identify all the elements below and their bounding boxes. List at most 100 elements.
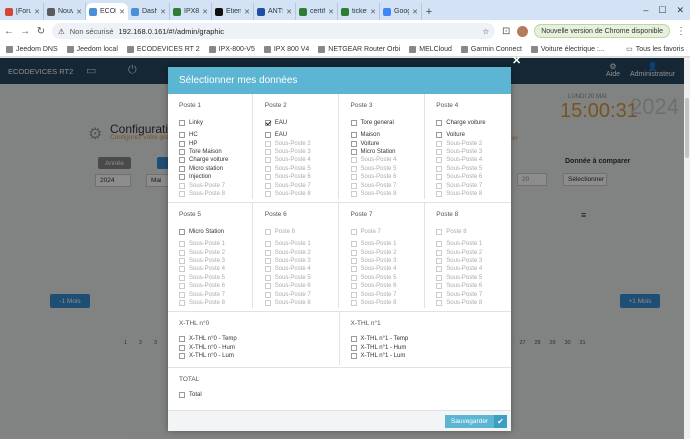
- poste-main-checkbox[interactable]: [264, 119, 271, 126]
- avatar[interactable]: [517, 25, 529, 37]
- bookmark-item[interactable]: IPX-800-V5: [208, 45, 255, 53]
- sous-poste-checkbox[interactable]: [350, 266, 357, 273]
- sous-poste-checkbox-row[interactable]: Sous-Poste 5: [264, 165, 338, 173]
- sous-poste-checkbox[interactable]: [350, 174, 357, 181]
- bookmark-item[interactable]: NETGEAR Router Orbi: [318, 45, 400, 53]
- bookmark-item[interactable]: Voiture électrique :...: [530, 45, 605, 53]
- security-label[interactable]: Non sécurisé: [70, 27, 114, 36]
- xthl-checkbox-row[interactable]: X-THL n°1 - Lum: [350, 352, 512, 360]
- sous-poste-checkbox-row[interactable]: Sous-Poste 2: [264, 248, 338, 256]
- url-text[interactable]: 192.168.0.161/#!/admin/graphic: [119, 27, 225, 36]
- sous-poste-checkbox-row[interactable]: Charge voiture: [179, 156, 252, 164]
- sous-poste-checkbox[interactable]: [436, 165, 443, 172]
- sous-poste-checkbox-row[interactable]: Sous-Poste 6: [350, 173, 424, 181]
- sous-poste-checkbox[interactable]: [436, 157, 443, 164]
- tab-close-icon[interactable]: ✕: [34, 8, 40, 16]
- sous-poste-checkbox[interactable]: [264, 165, 271, 172]
- sous-poste-checkbox[interactable]: [264, 140, 271, 147]
- sous-poste-checkbox[interactable]: [179, 165, 185, 172]
- sous-poste-checkbox[interactable]: [179, 299, 185, 306]
- sous-poste-checkbox[interactable]: [264, 157, 271, 164]
- maximize-icon[interactable]: ☐: [658, 5, 666, 16]
- sous-poste-checkbox[interactable]: [436, 182, 443, 189]
- xthl-checkbox-row[interactable]: X-THL n°1 - Hum: [350, 343, 512, 351]
- bookmark-item[interactable]: Jeedom DNS: [6, 45, 58, 53]
- sous-poste-checkbox[interactable]: [436, 174, 443, 181]
- xthl-checkbox-row[interactable]: X-THL n°0 - Lum: [179, 352, 339, 360]
- sous-poste-checkbox-row[interactable]: Sous-Poste 6: [179, 282, 252, 290]
- sous-poste-checkbox[interactable]: [436, 132, 443, 139]
- sous-poste-checkbox-row[interactable]: Sous-Poste 6: [436, 173, 510, 181]
- sous-poste-checkbox-row[interactable]: Sous-Poste 1: [436, 240, 510, 248]
- browser-tab[interactable]: ANTS✕: [254, 3, 296, 20]
- sous-poste-checkbox[interactable]: [264, 274, 271, 281]
- sous-poste-checkbox-row[interactable]: Sous-Poste 8: [436, 299, 510, 307]
- sous-poste-checkbox[interactable]: [350, 249, 357, 256]
- sous-poste-checkbox[interactable]: [179, 274, 185, 281]
- sous-poste-checkbox-row[interactable]: Sous-Poste 6: [264, 173, 338, 181]
- sous-poste-checkbox-row[interactable]: Micro Station: [350, 148, 424, 156]
- poste-main-checkbox[interactable]: [436, 119, 443, 126]
- sous-poste-checkbox[interactable]: [179, 148, 185, 155]
- sous-poste-checkbox-row[interactable]: Sous-Poste 2: [179, 248, 252, 256]
- sous-poste-checkbox[interactable]: [436, 190, 443, 197]
- sous-poste-checkbox-row[interactable]: Sous-Poste 8: [264, 299, 338, 307]
- sous-poste-checkbox[interactable]: [264, 291, 271, 298]
- sous-poste-checkbox[interactable]: [264, 132, 271, 139]
- sous-poste-checkbox[interactable]: [179, 190, 185, 197]
- sous-poste-checkbox[interactable]: [436, 266, 443, 273]
- sous-poste-checkbox[interactable]: [179, 257, 185, 264]
- poste-main-checkbox[interactable]: [179, 228, 185, 235]
- sous-poste-checkbox[interactable]: [436, 283, 443, 290]
- sous-poste-checkbox-row[interactable]: Sous-Poste 8: [179, 190, 252, 198]
- sous-poste-checkbox[interactable]: [264, 174, 271, 181]
- sous-poste-checkbox-row[interactable]: Sous-Poste 3: [436, 257, 510, 265]
- sous-poste-checkbox[interactable]: [264, 148, 271, 155]
- sous-poste-checkbox-row[interactable]: Sous-Poste 5: [436, 274, 510, 282]
- xthl-checkbox[interactable]: [179, 352, 185, 359]
- poste-main-checkbox[interactable]: [179, 119, 185, 126]
- minimize-icon[interactable]: –: [643, 5, 648, 16]
- sous-poste-checkbox[interactable]: [264, 249, 271, 256]
- poste-main-checkbox-row[interactable]: Linky: [179, 117, 252, 128]
- menu-dots-icon[interactable]: ⋮: [676, 26, 686, 37]
- browser-tab[interactable]: ticket ✕: [338, 3, 380, 20]
- sous-poste-checkbox-row[interactable]: Tore Maison: [179, 148, 252, 156]
- sous-poste-checkbox[interactable]: [436, 257, 443, 264]
- extensions-icon[interactable]: ⊡: [501, 26, 511, 37]
- poste-main-checkbox-row[interactable]: Tore general: [350, 117, 424, 128]
- xthl-checkbox[interactable]: [179, 344, 185, 351]
- sous-poste-checkbox[interactable]: [350, 241, 357, 248]
- sous-poste-checkbox[interactable]: [350, 190, 357, 197]
- sous-poste-checkbox-row[interactable]: Sous-Poste 3: [264, 148, 338, 156]
- sous-poste-checkbox[interactable]: [350, 182, 357, 189]
- sous-poste-checkbox-row[interactable]: Sous-Poste 5: [350, 165, 424, 173]
- sous-poste-checkbox-row[interactable]: Sous-Poste 6: [350, 282, 424, 290]
- sous-poste-checkbox[interactable]: [436, 274, 443, 281]
- total-checkbox-row[interactable]: Total: [179, 391, 368, 399]
- sous-poste-checkbox-row[interactable]: Sous-Poste 5: [179, 274, 252, 282]
- bookmark-item[interactable]: Jeedom local: [66, 45, 118, 53]
- sous-poste-checkbox[interactable]: [436, 241, 443, 248]
- save-button[interactable]: Sauvegarder ✔: [445, 415, 507, 428]
- sous-poste-checkbox-row[interactable]: Sous-Poste 1: [264, 240, 338, 248]
- sous-poste-checkbox-row[interactable]: Maison: [350, 131, 424, 139]
- sous-poste-checkbox[interactable]: [179, 249, 185, 256]
- sous-poste-checkbox[interactable]: [436, 249, 443, 256]
- sous-poste-checkbox-row[interactable]: Sous-Poste 4: [350, 156, 424, 164]
- poste-main-checkbox-row[interactable]: EAU: [264, 117, 338, 128]
- sous-poste-checkbox-row[interactable]: Sous-Poste 2: [350, 248, 424, 256]
- bookmark-item[interactable]: ECODEVICES RT 2: [126, 45, 200, 53]
- tab-close-icon[interactable]: ✕: [119, 8, 125, 16]
- bookmark-item[interactable]: Garmin Connect: [460, 45, 522, 53]
- poste-main-checkbox[interactable]: [350, 119, 357, 126]
- sous-poste-checkbox-row[interactable]: Voiture: [350, 139, 424, 147]
- sous-poste-checkbox-row[interactable]: Sous-Poste 1: [179, 240, 252, 248]
- sous-poste-checkbox-row[interactable]: Sous-Poste 7: [436, 181, 510, 189]
- sous-poste-checkbox[interactable]: [179, 174, 185, 181]
- xthl-checkbox[interactable]: [350, 336, 357, 343]
- sous-poste-checkbox[interactable]: [350, 299, 357, 306]
- sous-poste-checkbox-row[interactable]: Sous-Poste 7: [179, 181, 252, 189]
- sous-poste-checkbox[interactable]: [264, 266, 271, 273]
- xthl-checkbox[interactable]: [350, 352, 357, 359]
